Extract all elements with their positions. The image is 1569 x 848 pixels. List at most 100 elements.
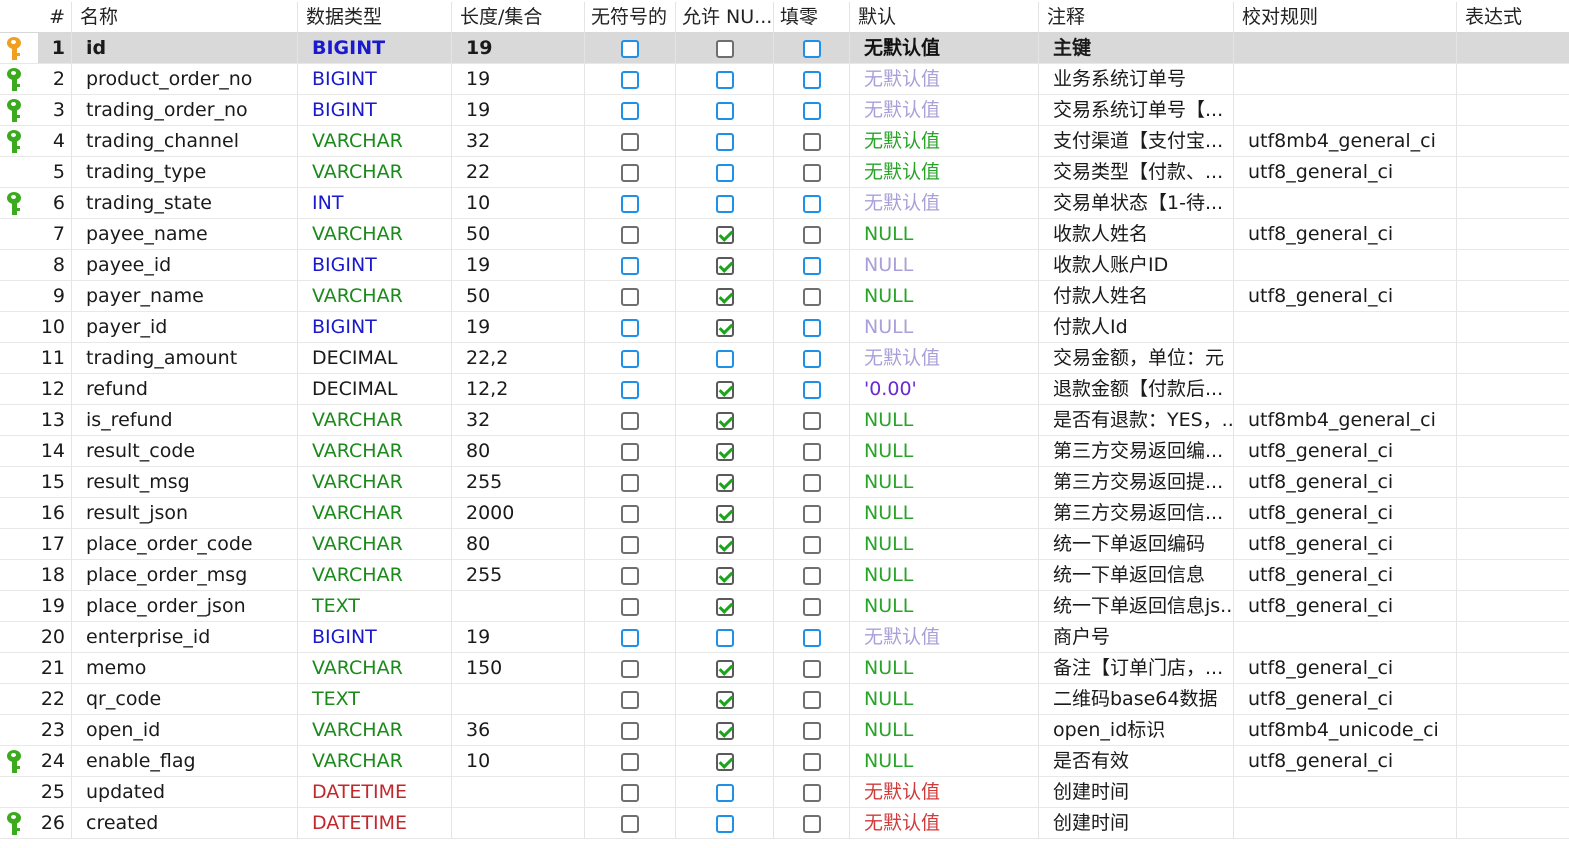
column-name-cell[interactable]: place_order_msg <box>72 560 298 591</box>
allow-null-checkbox[interactable] <box>715 473 734 492</box>
header-expression[interactable]: 表达式 <box>1457 2 1569 33</box>
expression-cell[interactable] <box>1457 219 1569 250</box>
allow-null-checkbox[interactable] <box>715 752 734 771</box>
comment-cell[interactable]: 商户号 <box>1039 622 1234 653</box>
table-row[interactable]: 8 payee_id BIGINT 19 NULL 收款人账户ID <box>0 250 1569 281</box>
default-cell[interactable]: 无默认值 <box>850 777 1039 808</box>
table-row[interactable]: 18 place_order_msg VARCHAR 255 NULL 统一下单返回信息 u… <box>0 560 1569 591</box>
zerofill-checkbox[interactable] <box>802 597 821 616</box>
length-cell[interactable]: 255 <box>452 560 585 591</box>
default-cell[interactable]: 无默认值 <box>850 157 1039 188</box>
unsigned-checkbox[interactable] <box>621 473 639 492</box>
collation-cell[interactable] <box>1234 33 1457 64</box>
data-type-cell[interactable]: BIGINT <box>298 250 452 281</box>
table-row[interactable]: 10 payer_id BIGINT 19 NULL 付款人Id <box>0 312 1569 343</box>
zerofill-checkbox[interactable] <box>802 287 821 306</box>
default-cell[interactable]: NULL <box>850 529 1039 560</box>
column-name-cell[interactable]: payer_id <box>72 312 298 343</box>
unsigned-checkbox[interactable] <box>621 566 639 585</box>
zerofill-checkbox[interactable] <box>802 814 821 833</box>
length-cell[interactable]: 32 <box>452 405 585 436</box>
data-type-cell[interactable]: VARCHAR <box>298 219 452 250</box>
table-row[interactable]: 15 result_msg VARCHAR 255 NULL 第三方交易返回提... utf… <box>0 467 1569 498</box>
length-cell[interactable] <box>452 591 585 622</box>
column-name-cell[interactable]: enable_flag <box>72 746 298 777</box>
expression-cell[interactable] <box>1457 343 1569 374</box>
comment-cell[interactable]: 第三方交易返回信... <box>1039 498 1234 529</box>
collation-cell[interactable]: utf8_general_ci <box>1234 591 1457 622</box>
unsigned-checkbox[interactable] <box>621 535 639 554</box>
default-cell[interactable]: NULL <box>850 591 1039 622</box>
comment-cell[interactable]: 统一下单返回信息 <box>1039 560 1234 591</box>
collation-cell[interactable] <box>1234 808 1457 839</box>
column-name-cell[interactable]: result_json <box>72 498 298 529</box>
length-cell[interactable]: 10 <box>452 188 585 219</box>
column-name-cell[interactable]: result_msg <box>72 467 298 498</box>
allow-null-checkbox[interactable] <box>715 349 734 368</box>
column-name-cell[interactable]: result_code <box>72 436 298 467</box>
data-type-cell[interactable]: VARCHAR <box>298 529 452 560</box>
comment-cell[interactable]: 交易类型【付款、... <box>1039 157 1234 188</box>
expression-cell[interactable] <box>1457 436 1569 467</box>
length-cell[interactable]: 2000 <box>452 498 585 529</box>
collation-cell[interactable] <box>1234 250 1457 281</box>
default-cell[interactable]: 无默认值 <box>850 808 1039 839</box>
data-type-cell[interactable]: DECIMAL <box>298 343 452 374</box>
collation-cell[interactable] <box>1234 374 1457 405</box>
zerofill-checkbox[interactable] <box>802 504 821 523</box>
table-row[interactable]: 3 trading_order_no BIGINT 19 无默认值 交易系统订单号【... <box>0 95 1569 126</box>
zerofill-checkbox[interactable] <box>802 101 821 120</box>
zerofill-checkbox[interactable] <box>802 318 821 337</box>
default-cell[interactable]: 无默认值 <box>850 622 1039 653</box>
expression-cell[interactable] <box>1457 64 1569 95</box>
default-cell[interactable]: 无默认值 <box>850 343 1039 374</box>
expression-cell[interactable] <box>1457 126 1569 157</box>
default-cell[interactable]: '0.00' <box>850 374 1039 405</box>
column-name-cell[interactable]: payee_id <box>72 250 298 281</box>
collation-cell[interactable]: utf8_general_ci <box>1234 560 1457 591</box>
header-zerofill[interactable]: 填零 <box>774 2 850 33</box>
allow-null-checkbox[interactable] <box>715 163 734 182</box>
comment-cell[interactable]: 付款人Id <box>1039 312 1234 343</box>
allow-null-checkbox[interactable] <box>715 225 734 244</box>
data-type-cell[interactable]: BIGINT <box>298 312 452 343</box>
expression-cell[interactable] <box>1457 622 1569 653</box>
zerofill-checkbox[interactable] <box>802 566 821 585</box>
length-cell[interactable]: 19 <box>452 64 585 95</box>
table-row[interactable]: 16 result_json VARCHAR 2000 NULL 第三方交易返回信... u… <box>0 498 1569 529</box>
allow-null-checkbox[interactable] <box>715 39 734 58</box>
header-allow-null[interactable]: 允许 NU... <box>676 2 774 33</box>
table-row[interactable]: 26 created DATETIME 无默认值 创建时间 <box>0 808 1569 839</box>
unsigned-checkbox[interactable] <box>621 318 639 337</box>
collation-cell[interactable]: utf8_general_ci <box>1234 436 1457 467</box>
unsigned-checkbox[interactable] <box>621 442 639 461</box>
comment-cell[interactable]: 统一下单返回信息js... <box>1039 591 1234 622</box>
data-type-cell[interactable]: VARCHAR <box>298 405 452 436</box>
column-name-cell[interactable]: place_order_json <box>72 591 298 622</box>
allow-null-checkbox[interactable] <box>715 380 734 399</box>
column-name-cell[interactable]: payer_name <box>72 281 298 312</box>
zerofill-checkbox[interactable] <box>802 380 821 399</box>
column-name-cell[interactable]: refund <box>72 374 298 405</box>
header-length[interactable]: 长度/集合 <box>452 2 585 33</box>
column-name-cell[interactable]: trading_order_no <box>72 95 298 126</box>
collation-cell[interactable] <box>1234 622 1457 653</box>
table-row[interactable]: 13 is_refund VARCHAR 32 NULL 是否有退款：YES，... utf… <box>0 405 1569 436</box>
data-type-cell[interactable]: VARCHAR <box>298 653 452 684</box>
zerofill-checkbox[interactable] <box>802 132 821 151</box>
column-name-cell[interactable]: is_refund <box>72 405 298 436</box>
expression-cell[interactable] <box>1457 529 1569 560</box>
default-cell[interactable]: NULL <box>850 715 1039 746</box>
collation-cell[interactable] <box>1234 343 1457 374</box>
allow-null-checkbox[interactable] <box>715 411 734 430</box>
default-cell[interactable]: NULL <box>850 250 1039 281</box>
expression-cell[interactable] <box>1457 591 1569 622</box>
unsigned-checkbox[interactable] <box>621 752 639 771</box>
zerofill-checkbox[interactable] <box>802 783 821 802</box>
expression-cell[interactable] <box>1457 746 1569 777</box>
zerofill-checkbox[interactable] <box>802 163 821 182</box>
header-unsigned[interactable]: 无符号的 <box>585 2 676 33</box>
data-type-cell[interactable]: VARCHAR <box>298 560 452 591</box>
table-row[interactable]: 14 result_code VARCHAR 80 NULL 第三方交易返回编... utf… <box>0 436 1569 467</box>
length-cell[interactable]: 19 <box>452 250 585 281</box>
